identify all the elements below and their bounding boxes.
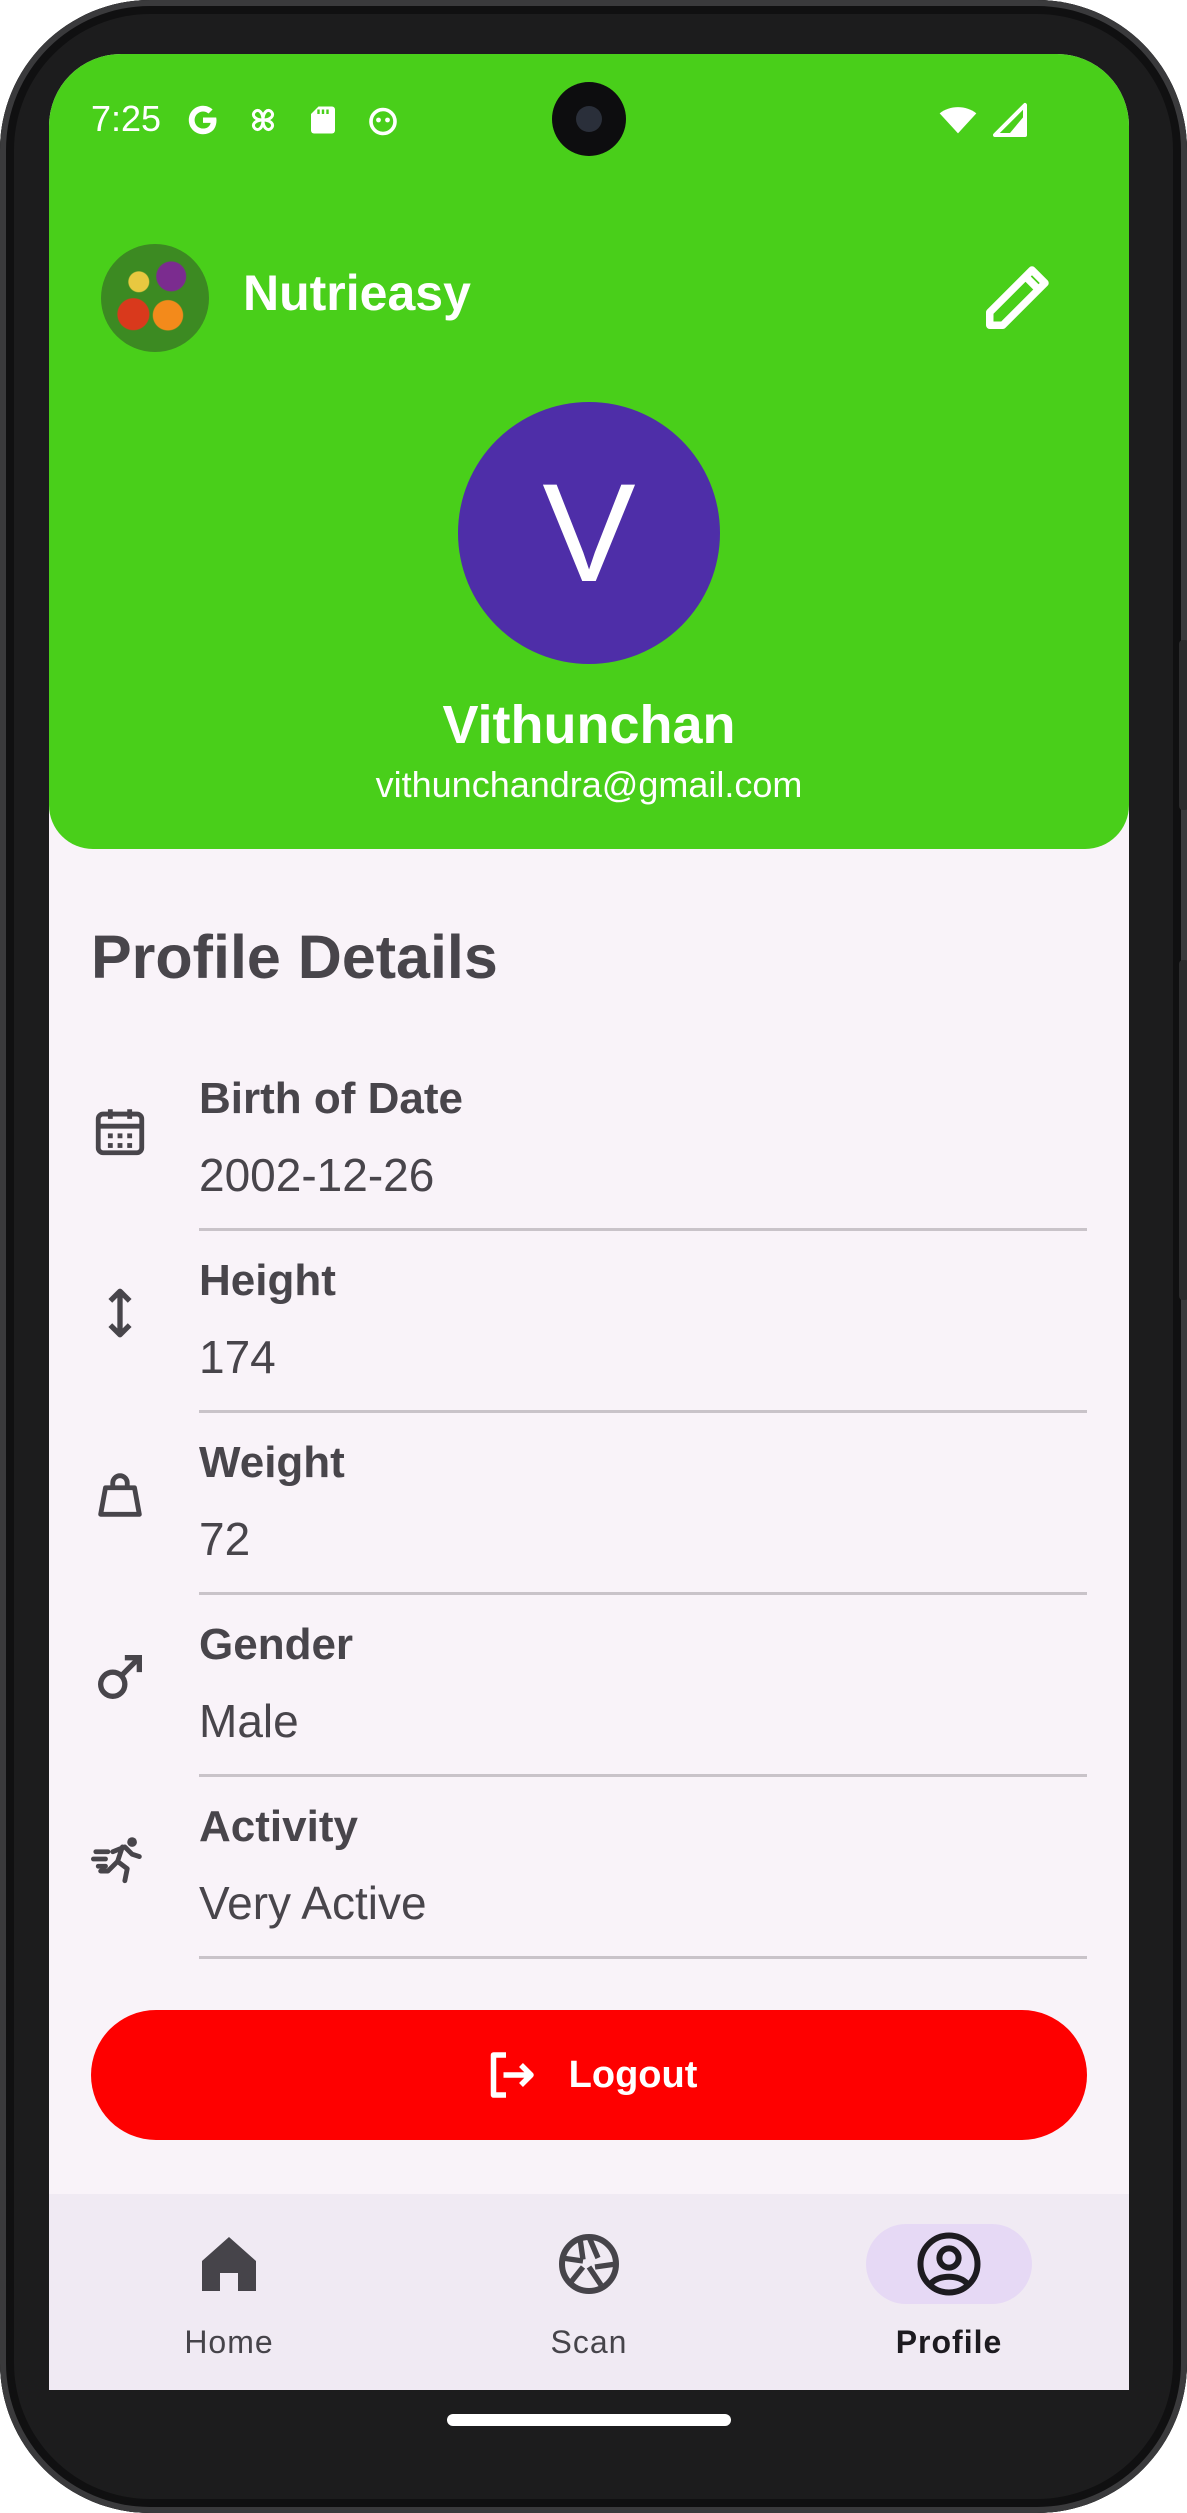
nav-home[interactable]: Home <box>49 2224 409 2384</box>
robot-face-icon <box>369 107 397 136</box>
field-label: Height <box>199 1256 336 1305</box>
sd-card-icon <box>311 106 335 134</box>
logout-label: Logout <box>568 2053 698 2096</box>
field-label: Activity <box>199 1802 358 1851</box>
nav-profile[interactable]: Profile <box>769 2224 1129 2384</box>
field-label: Birth of Date <box>199 1074 463 1123</box>
app-bar: Nutrieasy <box>49 234 1129 354</box>
power-button <box>1179 640 1187 810</box>
detail-row-gender: Gender Male <box>49 1608 1129 1790</box>
status-time: 7:25 <box>91 98 162 139</box>
field-value: Male <box>199 1695 299 1747</box>
weight-bag-icon <box>91 1466 149 1524</box>
field-label: Gender <box>199 1620 354 1669</box>
nav-label: Home <box>184 2324 274 2360</box>
bottom-nav: Home Scan Profile <box>49 2194 1129 2390</box>
system-status-icons <box>937 100 1031 140</box>
profile-header: 7:25 Nutrieasy V Vithunchan vithunchandr… <box>49 54 1129 849</box>
avatar: V <box>458 402 720 664</box>
app-title: Nutrieasy <box>243 265 471 321</box>
nav-profile-indicator <box>866 2224 1032 2304</box>
height-arrows-icon <box>91 1284 149 1342</box>
user-email: vithunchandra@gmail.com <box>375 764 803 805</box>
male-icon <box>91 1648 149 1706</box>
nav-label: Profile <box>895 2324 1003 2360</box>
nav-label: Scan <box>550 2324 628 2360</box>
nav-scan-indicator <box>527 2224 651 2304</box>
field-label: Weight <box>199 1438 345 1487</box>
phone-frame: 7:25 Nutrieasy V Vithunchan vithunchandr… <box>0 0 1187 2513</box>
front-camera <box>552 82 626 156</box>
field-value: 2002-12-26 <box>199 1149 435 1201</box>
section-title: Profile Details <box>91 923 498 991</box>
field-value: Very Active <box>199 1877 427 1929</box>
google-icon <box>188 105 217 135</box>
divider <box>199 1592 1087 1595</box>
detail-row-birth-date: Birth of Date 2002-12-26 <box>49 1062 1129 1244</box>
detail-row-height: Height 174 <box>49 1244 1129 1426</box>
screen: 7:25 Nutrieasy V Vithunchan vithunchandr… <box>49 54 1129 2390</box>
calendar-icon <box>91 1102 149 1160</box>
app-logo <box>101 244 209 352</box>
detail-row-activity: Activity Very Active <box>49 1790 1129 1972</box>
edit-pencil-icon <box>986 266 1049 329</box>
divider <box>199 1774 1087 1777</box>
divider <box>199 1228 1087 1231</box>
field-value: 174 <box>199 1331 276 1383</box>
pinwheel-icon <box>251 108 275 132</box>
status-bar: 7:25 <box>49 54 1129 184</box>
field-value: 72 <box>199 1513 251 1565</box>
notification-icons <box>185 102 401 138</box>
detail-row-weight: Weight 72 <box>49 1426 1129 1608</box>
account-circle-icon <box>917 2232 981 2296</box>
nav-scan[interactable]: Scan <box>409 2224 769 2384</box>
logout-button[interactable]: Logout <box>91 2010 1087 2140</box>
home-icon <box>202 2237 256 2291</box>
wifi-icon <box>939 107 977 134</box>
nav-home-indicator <box>167 2224 291 2304</box>
cell-signal-icon <box>993 103 1027 137</box>
user-name: Vithunchan <box>442 695 736 755</box>
edit-profile-button[interactable] <box>971 248 1067 344</box>
logout-icon <box>490 2052 534 2098</box>
running-icon <box>91 1830 149 1888</box>
volume-button <box>1179 960 1187 1300</box>
divider <box>199 1956 1087 1959</box>
camera-shutter-icon <box>559 2234 619 2294</box>
divider <box>199 1410 1087 1413</box>
gesture-home-bar[interactable] <box>447 2414 731 2426</box>
